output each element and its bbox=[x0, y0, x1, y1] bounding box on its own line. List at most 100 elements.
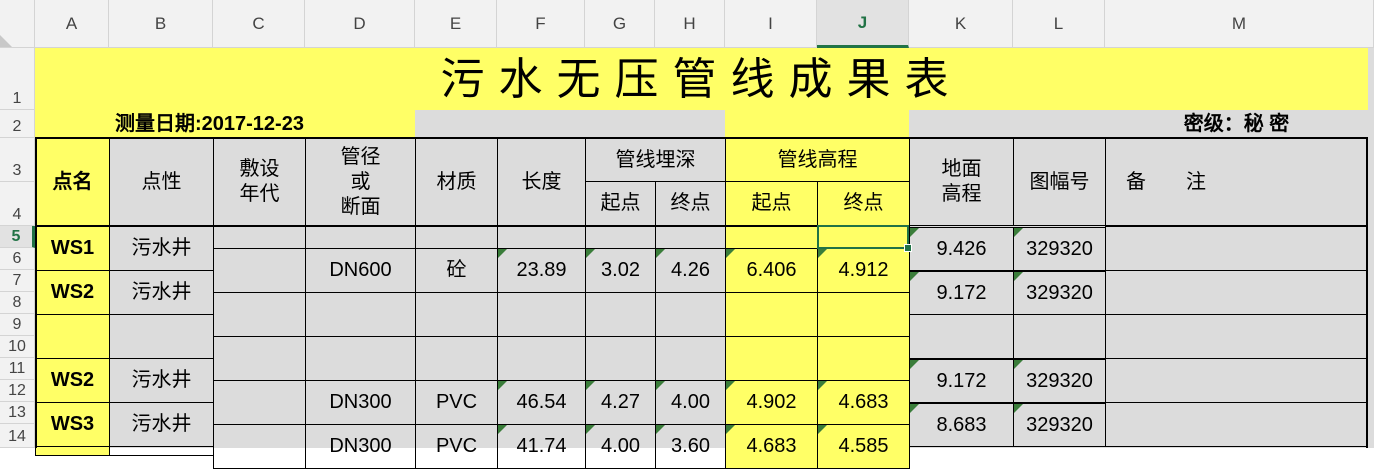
row-header-11[interactable]: 11 bbox=[0, 358, 35, 380]
material-cell[interactable]: PVC bbox=[415, 380, 498, 425]
laying-year-cell[interactable] bbox=[213, 226, 306, 249]
point-type-cell[interactable]: 污水井 bbox=[109, 226, 214, 271]
elev-end-cell[interactable]: 4.683 bbox=[817, 380, 910, 425]
elev-start-cell[interactable] bbox=[725, 336, 818, 381]
laying-year-cell[interactable] bbox=[213, 248, 306, 293]
laying-year-cell[interactable] bbox=[213, 424, 306, 469]
ground-elev-cell[interactable]: 9.426 bbox=[909, 227, 1014, 271]
remarks-cell[interactable] bbox=[1105, 402, 1368, 447]
point-name-cell[interactable]: WS1 bbox=[35, 226, 110, 271]
row-header-4[interactable]: 4 bbox=[0, 182, 35, 226]
ground-elev-cell[interactable]: 9.172 bbox=[909, 359, 1014, 403]
row-header-14[interactable]: 14 bbox=[0, 424, 35, 448]
length-cell[interactable] bbox=[497, 292, 586, 337]
depth-end-cell[interactable] bbox=[655, 226, 726, 249]
pipe-size-cell[interactable] bbox=[305, 336, 416, 381]
remarks-cell[interactable] bbox=[1105, 358, 1368, 403]
pipe-size-cell[interactable]: DN300 bbox=[305, 380, 416, 425]
depth-end-cell[interactable] bbox=[655, 292, 726, 337]
depth-start-cell[interactable] bbox=[585, 336, 656, 381]
length-cell[interactable] bbox=[497, 336, 586, 381]
row-header-2[interactable]: 2 bbox=[0, 110, 35, 138]
remarks-cell[interactable] bbox=[1105, 226, 1368, 271]
depth-start-cell[interactable]: 4.00 bbox=[585, 424, 656, 469]
point-type-cell[interactable] bbox=[109, 314, 214, 359]
column-header-g[interactable]: G bbox=[585, 0, 655, 48]
row-header-7[interactable]: 7 bbox=[0, 270, 35, 292]
row-header-12[interactable]: 12 bbox=[0, 380, 35, 402]
column-header-k[interactable]: K bbox=[909, 0, 1013, 48]
remarks-cell[interactable] bbox=[1105, 314, 1368, 359]
column-header-a[interactable]: A bbox=[35, 0, 109, 48]
depth-end-cell[interactable] bbox=[655, 336, 726, 381]
map-sheet-cell[interactable]: 329320 bbox=[1013, 227, 1106, 271]
depth-start-cell[interactable] bbox=[585, 292, 656, 337]
column-header-h[interactable]: H bbox=[655, 0, 725, 48]
elev-start-cell[interactable]: 4.902 bbox=[725, 380, 818, 425]
column-header-c[interactable]: C bbox=[213, 0, 305, 48]
elev-end-cell[interactable]: 4.585 bbox=[817, 424, 910, 469]
row-header-8[interactable]: 8 bbox=[0, 292, 35, 314]
map-sheet-cell[interactable]: 329320 bbox=[1013, 403, 1106, 447]
column-header-i[interactable]: I bbox=[725, 0, 817, 48]
pipe-size-cell[interactable] bbox=[305, 292, 416, 337]
material-cell[interactable]: PVC bbox=[415, 424, 498, 469]
remarks-cell[interactable] bbox=[1105, 270, 1368, 315]
pipe-size-cell[interactable] bbox=[305, 226, 416, 249]
point-type-cell[interactable]: 污水井 bbox=[109, 402, 214, 447]
depth-end-cell[interactable]: 3.60 bbox=[655, 424, 726, 469]
length-cell[interactable]: 46.54 bbox=[497, 380, 586, 425]
elev-start-cell[interactable] bbox=[725, 226, 818, 249]
selected-cell-frame[interactable] bbox=[817, 225, 909, 249]
select-all-corner[interactable] bbox=[0, 0, 35, 48]
laying-year-cell[interactable] bbox=[213, 336, 306, 381]
pipe-size-cell[interactable]: DN600 bbox=[305, 248, 416, 293]
length-cell[interactable]: 23.89 bbox=[497, 248, 586, 293]
depth-end-cell[interactable]: 4.00 bbox=[655, 380, 726, 425]
column-header-d[interactable]: D bbox=[305, 0, 415, 48]
material-cell[interactable] bbox=[415, 292, 498, 337]
point-name-cell[interactable] bbox=[35, 314, 110, 359]
row-header-1[interactable]: 1 bbox=[0, 48, 35, 110]
length-cell[interactable] bbox=[497, 226, 586, 249]
elev-start-cell[interactable] bbox=[725, 292, 818, 337]
row-header-5[interactable]: 5 bbox=[0, 226, 35, 248]
point-type-cell[interactable]: 污水井 bbox=[109, 270, 214, 315]
depth-start-cell[interactable]: 3.02 bbox=[585, 248, 656, 293]
column-header-m[interactable]: M bbox=[1105, 0, 1374, 48]
row-header-6[interactable]: 6 bbox=[0, 248, 35, 270]
material-cell[interactable] bbox=[415, 226, 498, 249]
column-header-l[interactable]: L bbox=[1013, 0, 1105, 48]
row-header-10[interactable]: 10 bbox=[0, 336, 35, 358]
depth-start-cell[interactable] bbox=[585, 226, 656, 249]
elev-end-cell[interactable] bbox=[817, 336, 910, 381]
point-name-cell[interactable]: WS2 bbox=[35, 358, 110, 403]
fill-handle[interactable] bbox=[904, 244, 912, 252]
column-header-j[interactable]: J bbox=[817, 0, 909, 48]
material-cell[interactable] bbox=[415, 336, 498, 381]
map-sheet-cell[interactable] bbox=[1013, 314, 1106, 359]
row-header-9[interactable]: 9 bbox=[0, 314, 35, 336]
map-sheet-cell[interactable]: 329320 bbox=[1013, 271, 1106, 315]
depth-end-cell[interactable]: 4.26 bbox=[655, 248, 726, 293]
elev-start-cell[interactable]: 4.683 bbox=[725, 424, 818, 469]
point-name-cell[interactable]: WS3 bbox=[35, 402, 110, 447]
column-header-e[interactable]: E bbox=[415, 0, 497, 48]
elev-end-cell[interactable]: 4.912 bbox=[817, 248, 910, 293]
column-header-f[interactable]: F bbox=[497, 0, 585, 48]
laying-year-cell[interactable] bbox=[213, 380, 306, 425]
laying-year-cell[interactable] bbox=[213, 292, 306, 337]
ground-elev-cell[interactable]: 9.172 bbox=[909, 271, 1014, 315]
ground-elev-cell[interactable] bbox=[909, 314, 1014, 359]
row-header-3[interactable]: 3 bbox=[0, 138, 35, 182]
length-cell[interactable]: 41.74 bbox=[497, 424, 586, 469]
elev-end-cell[interactable] bbox=[817, 292, 910, 337]
point-type-cell[interactable]: 污水井 bbox=[109, 358, 214, 403]
map-sheet-cell[interactable]: 329320 bbox=[1013, 359, 1106, 403]
pipe-size-cell[interactable]: DN300 bbox=[305, 424, 416, 469]
material-cell[interactable]: 砼 bbox=[415, 248, 498, 293]
depth-start-cell[interactable]: 4.27 bbox=[585, 380, 656, 425]
column-header-b[interactable]: B bbox=[109, 0, 213, 48]
point-name-cell[interactable]: WS2 bbox=[35, 270, 110, 315]
elev-start-cell[interactable]: 6.406 bbox=[725, 248, 818, 293]
